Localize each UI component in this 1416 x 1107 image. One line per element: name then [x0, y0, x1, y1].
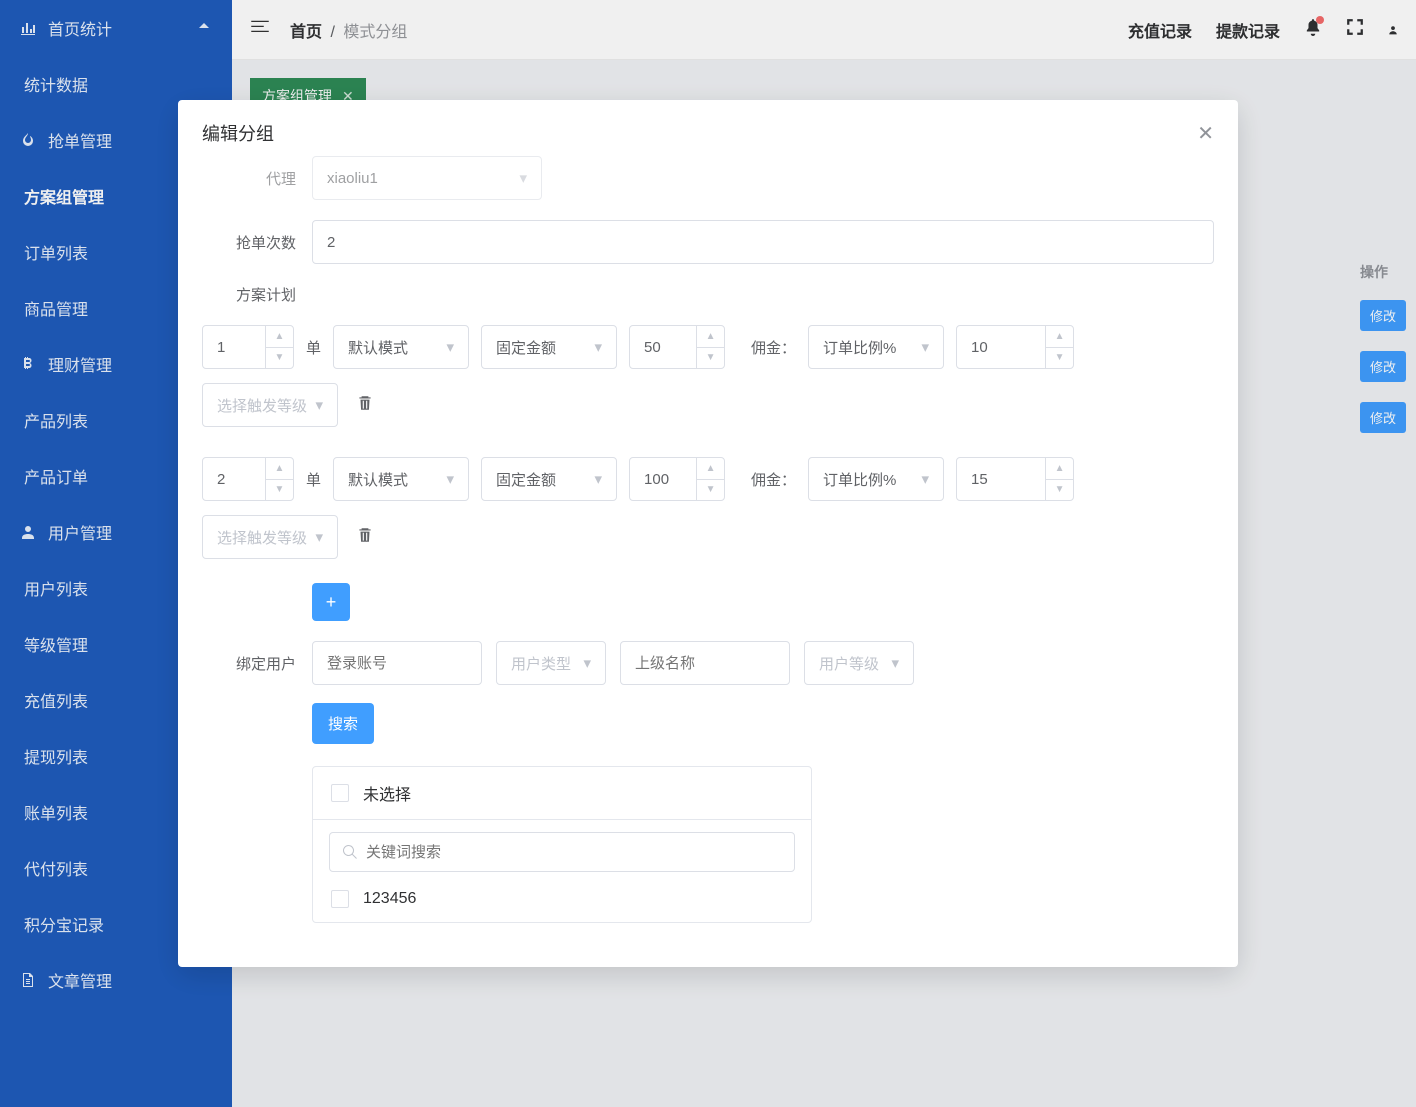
plan-index-input[interactable]: ▲▼ — [202, 457, 294, 501]
commission-label: 佣金： — [751, 337, 796, 358]
spin-down-icon[interactable]: ▼ — [266, 480, 293, 501]
chevron-down-icon: ▾ — [446, 470, 454, 488]
transfer-panel: 未选择 123456 — [312, 766, 812, 923]
transfer-title: 未选择 — [363, 781, 411, 805]
commission-label: 佣金： — [751, 469, 796, 490]
commission-value-input[interactable]: ▲▼ — [956, 325, 1074, 369]
chevron-down-icon: ▾ — [315, 528, 323, 546]
dialog-close-button[interactable]: ✕ — [1197, 121, 1214, 146]
chevron-down-icon: ▾ — [315, 396, 323, 414]
user-type-select[interactable]: 用户类型▾ — [496, 641, 606, 685]
mode-select[interactable]: 默认模式▾ — [333, 325, 469, 369]
count-label: 抢单次数 — [202, 232, 312, 253]
chevron-down-icon: ▾ — [446, 338, 454, 356]
spin-up-icon[interactable]: ▲ — [697, 326, 724, 348]
login-account-input[interactable] — [327, 655, 467, 672]
spin-down-icon[interactable]: ▼ — [1046, 480, 1073, 501]
edit-group-dialog: 编辑分组 ✕ 代理 xiaoliu1 ▾ 抢单次数 方案计 — [178, 100, 1238, 967]
dialog-body: 代理 xiaoliu1 ▾ 抢单次数 方案计划 — [178, 156, 1238, 967]
mode-select[interactable]: 默认模式▾ — [333, 457, 469, 501]
commission-value-input[interactable]: ▲▼ — [956, 457, 1074, 501]
plan-index-input[interactable]: ▲▼ — [202, 325, 294, 369]
bind-user-label: 绑定用户 — [202, 641, 312, 674]
dialog-header: 编辑分组 ✕ — [178, 100, 1238, 156]
amount-input[interactable]: ▲▼ — [629, 325, 725, 369]
search-icon — [342, 844, 358, 860]
spin-up-icon[interactable]: ▲ — [1046, 458, 1073, 480]
transfer-item-label: 123456 — [363, 890, 416, 908]
agent-value: xiaoliu1 — [327, 170, 378, 187]
count-input[interactable] — [327, 234, 1199, 251]
plan-label: 方案计划 — [202, 284, 312, 305]
chevron-down-icon: ▾ — [922, 470, 930, 488]
spin-up-icon[interactable]: ▲ — [697, 458, 724, 480]
spin-up-icon[interactable]: ▲ — [266, 458, 293, 480]
amount-type-select[interactable]: 固定金额▾ — [481, 325, 617, 369]
delete-plan-button[interactable] — [356, 394, 374, 417]
chevron-down-icon: ▾ — [922, 338, 930, 356]
plan-row: ▲▼ 单 默认模式▾ 固定金额▾ ▲▼ 佣金： 订单比例%▾ ▲▼ — [202, 325, 1214, 427]
spin-down-icon[interactable]: ▼ — [266, 348, 293, 369]
modal-mask: 编辑分组 ✕ 代理 xiaoliu1 ▾ 抢单次数 方案计 — [0, 0, 1416, 1107]
transfer-item[interactable]: 123456 — [313, 876, 811, 922]
user-level-select[interactable]: 用户等级▾ — [804, 641, 914, 685]
chevron-down-icon: ▾ — [594, 338, 602, 356]
transfer-header: 未选择 — [313, 767, 811, 820]
unit-label: 单 — [306, 469, 321, 490]
chevron-down-icon: ▾ — [594, 470, 602, 488]
agent-select[interactable]: xiaoliu1 ▾ — [312, 156, 542, 200]
chevron-down-icon: ▾ — [519, 169, 527, 187]
transfer-search-input[interactable] — [329, 832, 795, 872]
dialog-title: 编辑分组 — [202, 120, 274, 146]
chevron-down-icon: ▾ — [583, 654, 591, 672]
item-checkbox[interactable] — [331, 890, 349, 908]
commission-type-select[interactable]: 订单比例%▾ — [808, 325, 944, 369]
amount-type-select[interactable]: 固定金额▾ — [481, 457, 617, 501]
unit-label: 单 — [306, 337, 321, 358]
trigger-level-select[interactable]: 选择触发等级▾ — [202, 383, 338, 427]
commission-type-select[interactable]: 订单比例%▾ — [808, 457, 944, 501]
agent-label: 代理 — [202, 168, 312, 189]
spin-down-icon[interactable]: ▼ — [1046, 348, 1073, 369]
search-button[interactable]: 搜索 — [312, 703, 374, 744]
select-all-checkbox[interactable] — [331, 784, 349, 802]
delete-plan-button[interactable] — [356, 526, 374, 549]
parent-name-input[interactable] — [635, 655, 775, 672]
chevron-down-icon: ▾ — [891, 654, 899, 672]
trigger-level-select[interactable]: 选择触发等级▾ — [202, 515, 338, 559]
spin-down-icon[interactable]: ▼ — [697, 348, 724, 369]
spin-down-icon[interactable]: ▼ — [697, 480, 724, 501]
amount-input[interactable]: ▲▼ — [629, 457, 725, 501]
add-plan-button[interactable]: + — [312, 583, 350, 621]
spin-up-icon[interactable]: ▲ — [266, 326, 293, 348]
plan-row: ▲▼ 单 默认模式▾ 固定金额▾ ▲▼ 佣金： 订单比例%▾ ▲▼ — [202, 457, 1214, 559]
spin-up-icon[interactable]: ▲ — [1046, 326, 1073, 348]
